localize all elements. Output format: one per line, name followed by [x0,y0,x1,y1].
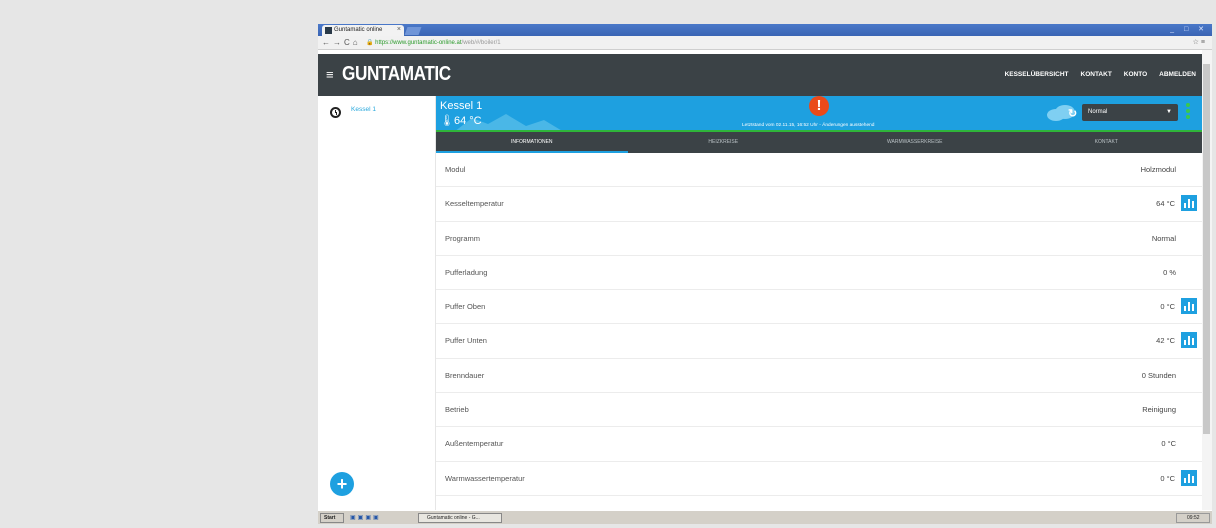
row-label: Betrieb [445,405,469,415]
boiler-temperature-value: 64 °C [453,115,482,127]
home-icon[interactable]: ⌂ [353,38,361,47]
row-label: Puffer Oben [445,302,486,312]
mode-select-value: Normal [1088,109,1108,115]
sidebar-item-kessel-1[interactable]: Kessel 1 [330,106,376,118]
nav-abmelden[interactable]: ABMELDEN [1159,71,1196,78]
info-list: Modul Holzmodul Kesseltemperatur 64 °C Progr… [436,153,1202,524]
nav-kesseluebersicht[interactable]: KESSELÜBERSICHT [1005,71,1069,78]
favicon-icon [325,27,332,34]
row-value: 0 °C [1161,439,1176,449]
os-taskbar: Start ▣▣▣▣ Guntamatic online - G... 09:5… [318,510,1212,524]
nav-konto[interactable]: KONTO [1124,71,1147,78]
nav-kontakt[interactable]: KONTAKT [1081,71,1112,78]
browser-window: Guntamatic online × _ □ ✕ ←→C⌂ 🔒 https:/… [318,24,1212,524]
more-options-icon[interactable] [1186,103,1190,121]
browser-toolbar: ←→C⌂ 🔒 https://www.guntamatic-online.at/… [318,36,1212,50]
table-row: Modul Holzmodul [436,153,1202,188]
start-button[interactable]: Start [320,513,344,523]
address-bar[interactable]: 🔒 https://www.guntamatic-online.at/web/#… [366,39,501,46]
table-row: Warmwassertemperatur 0 °C [436,462,1202,496]
table-row: Brenndauer 0 Stunden [436,359,1202,394]
boiler-temperature: 🌡64 °C [440,114,482,127]
tab-close-icon[interactable]: × [397,26,401,33]
boiler-banner: Kessel 1 🌡64 °C ! Letztstand vom 02.11.1… [436,96,1202,132]
forward-icon[interactable]: → [333,38,344,47]
clock-icon [330,107,341,118]
browser-tab[interactable]: Guntamatic online × [322,25,404,36]
alert-icon[interactable]: ! [809,96,829,116]
star-icon[interactable]: ☆ [1193,39,1201,46]
row-label: Puffer Unten [445,336,487,346]
status-message: Letztstand vom 02.11.15, 16:52 Uhr - Änd… [742,123,875,128]
system-tray-clock: 09:52 [1176,513,1210,523]
back-icon[interactable]: ← [322,38,333,47]
row-value: 0 Stunden [1141,370,1176,380]
lock-icon: 🔒 [366,40,374,46]
url-path: /web/#/boiler/1 [461,40,501,46]
app-logo: GUNTAMATIC [342,63,451,85]
bar-chart-icon[interactable] [1181,332,1197,349]
thermometer-icon: 🌡 [440,115,454,127]
menu-icon[interactable]: ≡ [1201,39,1207,46]
scrollbar[interactable] [1202,50,1212,524]
row-value: 0 °C [1160,302,1175,312]
row-value: Holzmodul [1140,165,1176,174]
top-navigation: KESSELÜBERSICHT KONTAKT KONTO ABMELDEN [1005,71,1202,78]
chevron-down-icon: ▼ [1166,109,1172,115]
section-tabs: INFORMATIONEN HEIZKREISE WARMWASSERKREIS… [436,132,1202,153]
reload-icon[interactable]: C [344,38,353,47]
table-row: Betrieb Reinigung [436,393,1202,428]
new-tab-button[interactable] [404,27,422,35]
table-row: Programm Normal [436,222,1202,256]
table-row: Kesseltemperatur 64 °C [436,187,1202,222]
row-value: 64 °C [1156,199,1175,209]
scrollbar-thumb[interactable] [1203,64,1210,434]
taskbar-item[interactable]: Guntamatic online - G... [418,513,502,523]
browser-tab-title: Guntamatic online [334,27,383,33]
sidebar: Kessel 1 + [318,96,436,510]
add-boiler-button[interactable]: + [330,472,354,496]
tab-kontakt[interactable]: KONTAKT [1011,132,1203,153]
browser-toolbar-icons[interactable]: ☆≡ [1193,38,1207,46]
row-value: Normal [1151,233,1176,243]
row-label: Außentemperatur [445,439,504,449]
tab-warmwasserkreise[interactable]: WARMWASSERKREISE [819,132,1011,153]
boiler-name: Kessel 1 [440,100,483,112]
row-label: Warmwassertemperatur [445,473,525,483]
refresh-icon[interactable]: ↻ [1068,107,1077,120]
row-label: Programm [445,233,481,243]
row-label: Brenndauer [445,370,485,380]
mode-select[interactable]: Normal ▼ [1082,104,1178,121]
row-label: Kesseltemperatur [445,199,504,209]
bar-chart-icon[interactable] [1181,469,1197,486]
table-row: Puffer Unten 42 °C [436,324,1202,359]
browser-tab-strip: Guntamatic online × _ □ ✕ [318,24,1212,36]
quick-launch-icons[interactable]: ▣▣▣▣ [350,514,381,521]
table-row: Außentemperatur 0 °C [436,427,1202,462]
bar-chart-icon[interactable] [1181,298,1197,315]
tab-informationen[interactable]: INFORMATIONEN [436,132,628,153]
sidebar-item-label: Kessel 1 [351,106,376,113]
row-label: Pufferladung [445,267,488,277]
browser-nav-buttons[interactable]: ←→C⌂ [322,38,361,47]
app-header: ≡ GUNTAMATIC KESSELÜBERSICHT KONTAKT KON… [318,54,1202,96]
hamburger-menu-icon[interactable]: ≡ [326,67,334,82]
row-value: 0 % [1163,267,1176,277]
row-value: 0 °C [1160,473,1175,483]
url-host: https://www.guntamatic-online.at [375,40,462,46]
tab-heizkreise[interactable]: HEIZKREISE [628,132,820,153]
window-controls[interactable]: _ □ ✕ [1170,25,1208,33]
bar-chart-icon[interactable] [1181,195,1197,212]
table-row: Puffer Oben 0 °C [436,290,1202,325]
row-value: Reinigung [1142,405,1176,415]
row-label: Modul [445,165,466,174]
table-row: Pufferladung 0 % [436,256,1202,291]
row-value: 42 °C [1156,336,1175,346]
